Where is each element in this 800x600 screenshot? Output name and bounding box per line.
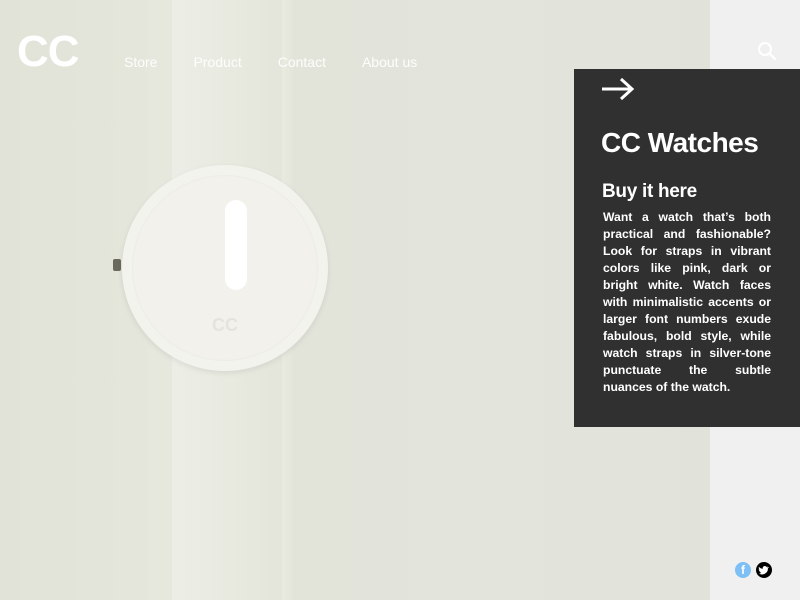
panel-body: Want a watch that’s both practical and f…	[603, 210, 771, 394]
main-nav: Store Product Contact About us	[124, 54, 453, 70]
info-panel: CC Watches Buy it here Want a watch that…	[574, 69, 800, 427]
search-icon[interactable]	[757, 41, 777, 61]
nav-contact[interactable]: Contact	[278, 54, 326, 70]
watch-case: CC	[122, 165, 328, 371]
watch-hand	[225, 200, 247, 290]
twitter-icon[interactable]	[756, 562, 772, 578]
watch-crown	[113, 259, 121, 271]
brand-logo[interactable]: CC	[17, 30, 80, 74]
watch-face-logo: CC	[212, 315, 238, 335]
nav-about-us[interactable]: About us	[362, 54, 417, 70]
watch-face: CC	[132, 175, 318, 361]
facebook-icon[interactable]: f	[735, 562, 751, 578]
nav-product[interactable]: Product	[193, 54, 241, 70]
panel-title: CC Watches	[601, 127, 759, 158]
nav-store[interactable]: Store	[124, 54, 157, 70]
buy-link[interactable]: Buy it here	[602, 181, 697, 203]
arrow-right-icon[interactable]	[601, 77, 635, 106]
